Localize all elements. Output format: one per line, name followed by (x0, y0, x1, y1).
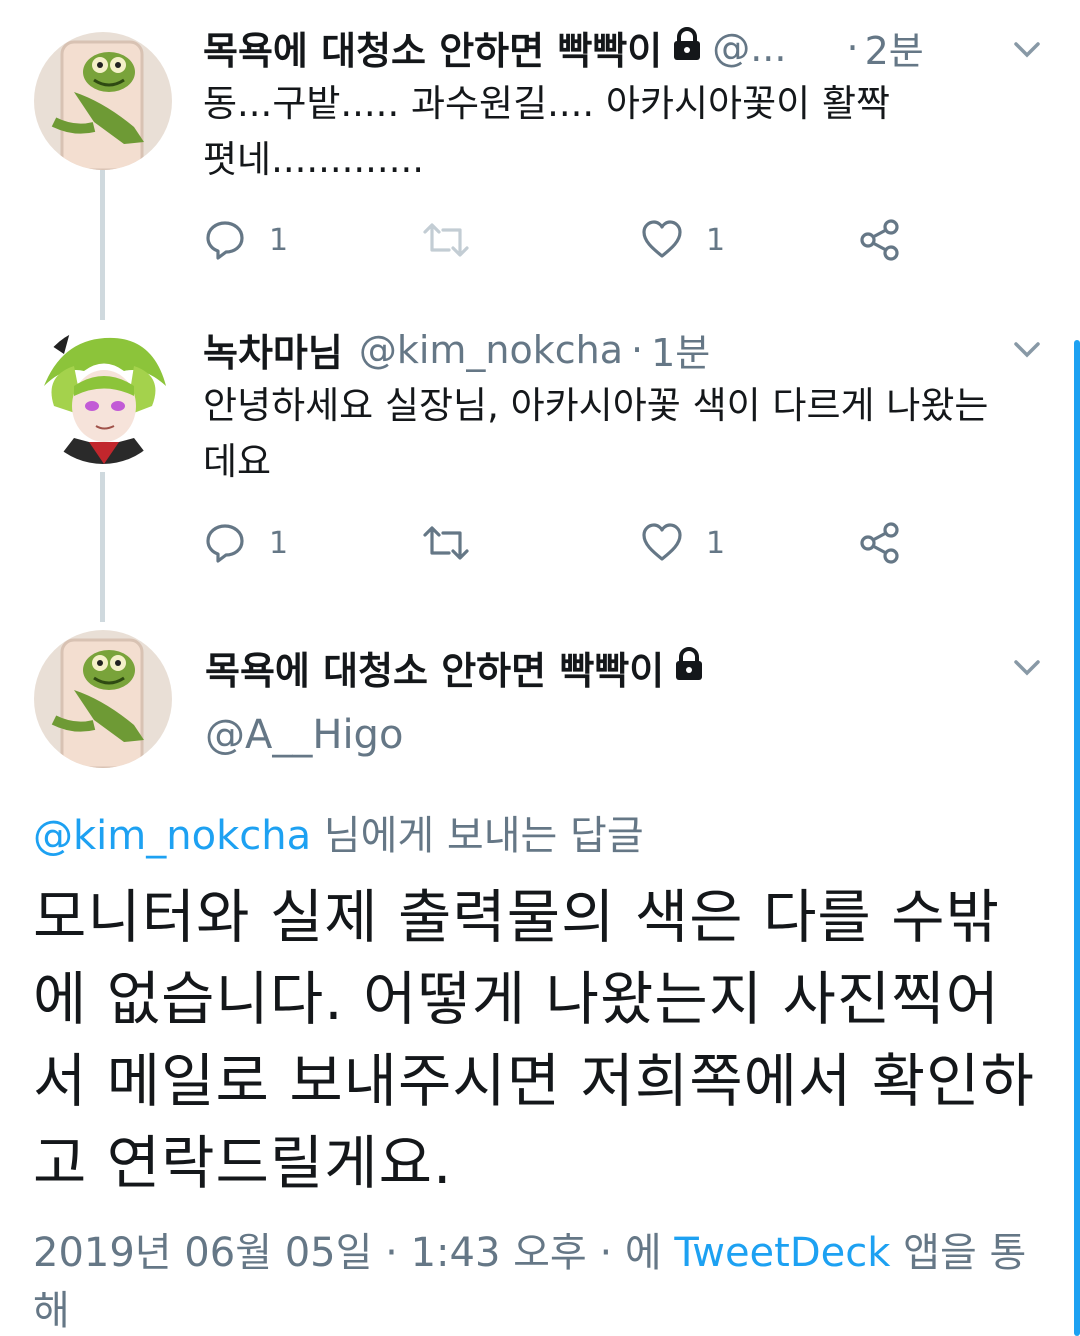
heart-icon (640, 521, 684, 565)
retweet-button[interactable] (421, 218, 471, 262)
avatar[interactable] (34, 32, 172, 170)
avatar[interactable] (34, 326, 172, 464)
reply-mention-link[interactable]: @kim_nokcha (33, 813, 311, 859)
like-count: 1 (706, 525, 726, 561)
author-handle[interactable]: @A__Higo (205, 712, 403, 758)
tweet-header: 목욕에 대청소 안하면 빡빡이 @... · 2분 (203, 20, 924, 75)
separator-dot: · (631, 327, 644, 372)
retweet-icon (421, 218, 471, 262)
share-button[interactable] (858, 521, 902, 565)
reply-icon (203, 521, 247, 565)
reply-count: 1 (269, 525, 289, 561)
separator-dot: · (846, 25, 859, 70)
via-prefix: 에 (624, 1230, 662, 1276)
thread-line-2 (100, 472, 105, 622)
tweet-metadata: 2019년 06월 05일 · 1:43 오후 · 에 TweetDeck 앱을… (33, 1224, 1033, 1336)
author-name[interactable]: 목욕에 대청소 안하면 빡빡이 (205, 640, 664, 695)
reply-button[interactable]: 1 (203, 521, 288, 565)
thread-line-1 (100, 170, 105, 320)
retweet-icon (421, 521, 471, 565)
lock-icon (672, 26, 702, 70)
chevron-down-icon[interactable] (1010, 32, 1044, 66)
author-name[interactable]: 녹차마님 (203, 322, 343, 377)
author-handle[interactable]: @... (712, 26, 786, 70)
share-icon (858, 521, 902, 565)
separator-dot: · (599, 1230, 625, 1276)
main-tweet-text: 모니터와 실제 출력물의 색은 다를 수밖에 없습니다. 어떻게 나왔는지 사진… (33, 883, 1035, 1197)
reply-count: 1 (269, 222, 289, 258)
reply-icon (203, 218, 247, 262)
author-name[interactable]: 목욕에 대청소 안하면 빡빡이 (203, 20, 662, 75)
tweet-text: 안녕하세요 실장님, 아카시아꽃 색이 다르게 나왔는데요 (203, 384, 989, 483)
like-count: 1 (706, 222, 726, 258)
tweet-header: 녹차마님 @kim_nokcha · 1분 (203, 322, 710, 377)
author-handle[interactable]: @kim_nokcha (359, 328, 623, 372)
tweet-text: 동...구밭..... 과수원길.... 아카시아꽃이 활짝폇네........… (203, 82, 891, 181)
source-app-link[interactable]: TweetDeck (674, 1230, 890, 1276)
chevron-down-icon[interactable] (1010, 332, 1044, 366)
tweet-time: 1:43 오후 (410, 1230, 587, 1276)
tweet-actions: 1 1 (203, 218, 923, 268)
share-button[interactable] (858, 218, 902, 262)
tweet-actions: 1 1 (203, 521, 923, 571)
tweet-time[interactable]: 1분 (651, 322, 710, 377)
avatar[interactable] (34, 630, 172, 768)
tweet-date: 2019년 06월 05일 (33, 1230, 373, 1276)
separator-dot: · (385, 1230, 411, 1276)
like-button[interactable]: 1 (640, 521, 725, 565)
author-name-row: 목욕에 대청소 안하면 빡빡이 (205, 640, 714, 695)
reply-context: @kim_nokcha 님에게 보내는 답글 (33, 803, 644, 861)
lock-icon (674, 646, 704, 690)
chevron-down-icon[interactable] (1010, 650, 1044, 684)
scrollbar[interactable] (1074, 340, 1080, 1336)
heart-icon (640, 218, 684, 262)
reply-button[interactable]: 1 (203, 218, 288, 262)
share-icon (858, 218, 902, 262)
retweet-button[interactable] (421, 521, 471, 565)
reply-context-label: 님에게 보내는 답글 (311, 813, 644, 859)
tweet-time[interactable]: 2분 (865, 20, 924, 75)
like-button[interactable]: 1 (640, 218, 725, 262)
